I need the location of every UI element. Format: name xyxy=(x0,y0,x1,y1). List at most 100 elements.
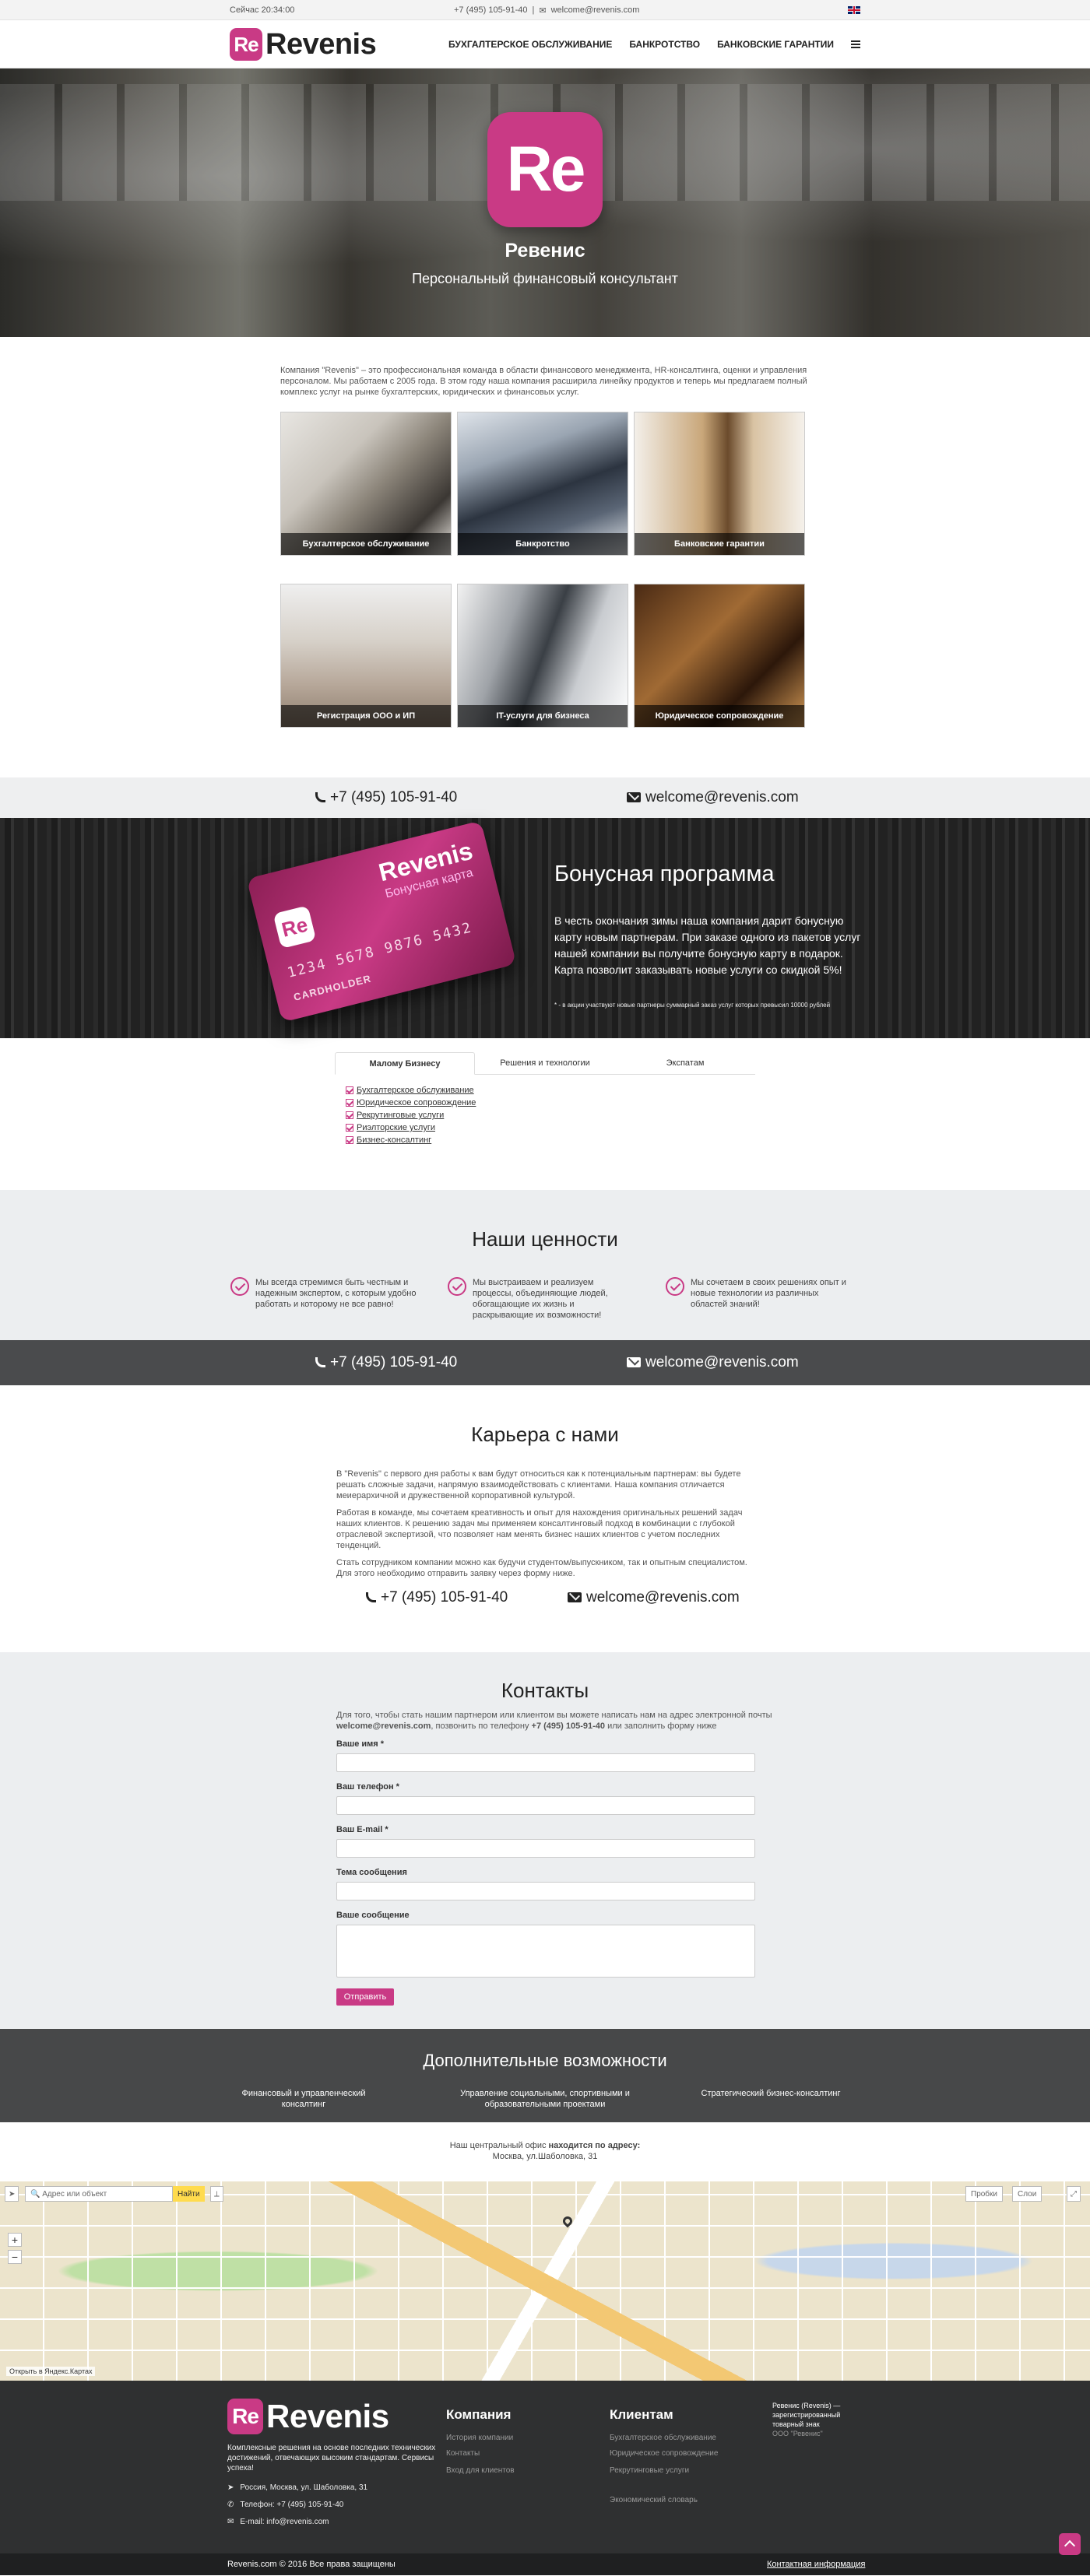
search-icon: 🔍 xyxy=(30,2189,40,2199)
intro-phone[interactable]: +7 (495) 105-91-40 xyxy=(532,1721,605,1731)
map-pin-icon[interactable] xyxy=(561,2214,575,2228)
name-field[interactable] xyxy=(336,1753,755,1772)
location-icon[interactable]: ➤ xyxy=(5,2186,19,2202)
list-item[interactable]: Бизнес-консалтинг xyxy=(346,1135,755,1145)
contact-strip: +7 (495) 105-91-40 welcome@revenis.com xyxy=(0,777,1090,818)
phone-icon xyxy=(315,1357,325,1368)
strip-phone[interactable]: +7 (495) 105-91-40 xyxy=(330,1354,457,1370)
contact-info-link[interactable]: Контактная информация xyxy=(767,2560,865,2569)
tab-small-business[interactable]: Малому Бизнесу xyxy=(335,1052,475,1075)
zoom-out-button[interactable]: − xyxy=(8,2250,22,2264)
footer-link[interactable]: Рекрутинговые услуги xyxy=(610,2466,689,2475)
logo-text: Revenis xyxy=(265,27,377,61)
footer-link[interactable]: Юридическое сопровождение xyxy=(610,2449,718,2458)
footer-link[interactable]: Бухгалтерское обслуживание xyxy=(610,2434,716,2442)
about-text: Компания "Revenis" – это профессиональна… xyxy=(280,366,807,397)
nav-bankruptcy[interactable]: БАНКРОТСТВО xyxy=(629,39,700,50)
footer-email[interactable]: E-mail: info@revenis.com xyxy=(240,2518,329,2526)
values-title: Наши ценности xyxy=(472,1227,618,1251)
extra-item[interactable]: Управление социальными, спортивными и об… xyxy=(452,2088,638,2110)
list-item[interactable]: Рекрутинговые услуги xyxy=(346,1111,755,1120)
contact-strip-dark: +7 (495) 105-91-40 welcome@revenis.com xyxy=(0,1340,1090,1385)
footer-link[interactable]: Контакты xyxy=(446,2449,480,2458)
topbar-phone[interactable]: +7 (495) 105-91-40 xyxy=(454,5,527,15)
extra-section: Дополнительные возможности Финансовый и … xyxy=(0,2029,1090,2122)
site-logo[interactable]: Re Revenis xyxy=(230,27,377,61)
tile-it-services[interactable]: IT-услуги для бизнеса xyxy=(457,584,628,728)
list-item[interactable]: Риэлторские услуги xyxy=(346,1123,755,1132)
scroll-to-top-icon[interactable] xyxy=(1059,2533,1081,2555)
mail-icon: ✉ xyxy=(539,5,547,16)
phone-label: Ваш телефон * xyxy=(336,1782,399,1792)
check-circle-icon xyxy=(448,1277,466,1296)
message-field[interactable] xyxy=(336,1925,755,1978)
career-email[interactable]: welcome@revenis.com xyxy=(586,1589,740,1606)
footer-logo[interactable]: Re Revenis xyxy=(227,2398,389,2435)
extra-item[interactable]: Стратегический бизнес-консалтинг xyxy=(685,2088,856,2099)
career-section: Карьера с нами В "Revenis" с первого дня… xyxy=(0,1385,1090,1652)
tile-bankruptcy[interactable]: Банкротство xyxy=(457,412,628,556)
english-flag-icon[interactable] xyxy=(848,6,860,14)
extra-item[interactable]: Финансовый и управленческий консалтинг xyxy=(234,2088,374,2110)
footer-clients-title: Клиентам xyxy=(610,2407,673,2422)
card-logo-mark: Re xyxy=(272,905,317,949)
tile-registration[interactable]: Регистрация ООО и ИП xyxy=(280,584,452,728)
hero-title: Ревенис xyxy=(505,240,585,261)
mail-icon xyxy=(627,792,641,803)
zoom-in-button[interactable]: + xyxy=(8,2233,22,2247)
tile-caption: Регистрация ООО и ИП xyxy=(281,705,451,727)
subject-field[interactable] xyxy=(336,1882,755,1900)
phone-field[interactable] xyxy=(336,1796,755,1815)
phone-icon xyxy=(366,1592,376,1603)
topbar-email[interactable]: welcome@revenis.com xyxy=(551,5,640,15)
career-phone[interactable]: +7 (495) 105-91-40 xyxy=(381,1589,508,1606)
check-circle-icon xyxy=(230,1277,249,1296)
traffic-button[interactable]: Пробки xyxy=(965,2186,1003,2202)
yandex-map[interactable]: ➤ 🔍 Адрес или объект Найти ⟂ Пробки Слои… xyxy=(0,2181,1090,2381)
footer-company-title: Компания xyxy=(446,2407,512,2422)
list-item[interactable]: Бухгалтерское обслуживание xyxy=(346,1086,755,1095)
footer-address: Россия, Москва, ул. Шаболовка, 31 xyxy=(240,2483,368,2492)
footer: Re Revenis Комплексные решения на основе… xyxy=(0,2381,1090,2553)
check-icon xyxy=(346,1099,353,1107)
tab-bar: Малому Бизнесу Решения и технологии Эксп… xyxy=(335,1052,755,1075)
footer-link[interactable]: Экономический словарь xyxy=(610,2496,698,2504)
strip-phone[interactable]: +7 (495) 105-91-40 xyxy=(330,789,457,805)
subject-label: Тема сообщения xyxy=(336,1868,407,1877)
map-search-input[interactable]: 🔍 Адрес или объект xyxy=(25,2186,173,2202)
ruler-icon[interactable]: ⟂ xyxy=(210,2186,223,2202)
tile-caption: Банкротство xyxy=(458,533,628,555)
footer-phone[interactable]: Телефон: +7 (495) 105-91-40 xyxy=(240,2501,343,2509)
menu-icon[interactable] xyxy=(851,40,860,48)
check-icon xyxy=(346,1111,353,1119)
trademark-owner: ООО "Ревенис" xyxy=(772,2430,823,2437)
bonus-text: В честь окончания зимы наша компания дар… xyxy=(554,914,861,976)
footer-link[interactable]: Вход для клиентов xyxy=(446,2466,515,2475)
values-section: Наши ценности Мы всегда стремимся быть ч… xyxy=(0,1190,1090,1340)
strip-email[interactable]: welcome@revenis.com xyxy=(645,789,799,805)
tab-expats[interactable]: Экспатам xyxy=(615,1052,755,1074)
tab-solutions[interactable]: Решения и технологии xyxy=(475,1052,615,1074)
send-button[interactable]: Отправить xyxy=(336,1988,394,2006)
map-find-button[interactable]: Найти xyxy=(173,2186,205,2202)
list-item[interactable]: Юридическое сопровождение xyxy=(346,1098,755,1107)
strip-email[interactable]: welcome@revenis.com xyxy=(645,1354,799,1370)
hero-logo: Re xyxy=(487,112,603,227)
mail-icon: ✉ xyxy=(227,2518,234,2526)
fullscreen-icon[interactable]: ⤢ xyxy=(1067,2186,1081,2202)
layers-button[interactable]: Слои xyxy=(1012,2186,1043,2202)
tile-legal[interactable]: Юридическое сопровождение xyxy=(634,584,805,728)
tile-caption: Бухгалтерское обслуживание xyxy=(281,533,451,555)
check-icon xyxy=(346,1136,353,1144)
email-field[interactable] xyxy=(336,1839,755,1858)
intro-email[interactable]: welcome@revenis.com xyxy=(336,1721,431,1731)
check-circle-icon xyxy=(666,1277,684,1296)
open-in-yandex-link[interactable]: Открыть в Яндекс.Картах xyxy=(6,2367,96,2376)
footer-link[interactable]: История компании xyxy=(446,2434,513,2442)
header: Re Revenis БУХГАЛТЕРСКОЕ ОБСЛУЖИВАНИЕ БА… xyxy=(0,20,1090,68)
hero-banner: Re Ревенис Персональный финансовый консу… xyxy=(0,68,1090,337)
nav-bank-guarantees[interactable]: БАНКОВСКИЕ ГАРАНТИИ xyxy=(717,39,834,50)
tile-accounting[interactable]: Бухгалтерское обслуживание xyxy=(280,412,452,556)
nav-accounting[interactable]: БУХГАЛТЕРСКОЕ ОБСЛУЖИВАНИЕ xyxy=(448,39,612,50)
tile-bank-guarantees[interactable]: Банковские гарантии xyxy=(634,412,805,556)
